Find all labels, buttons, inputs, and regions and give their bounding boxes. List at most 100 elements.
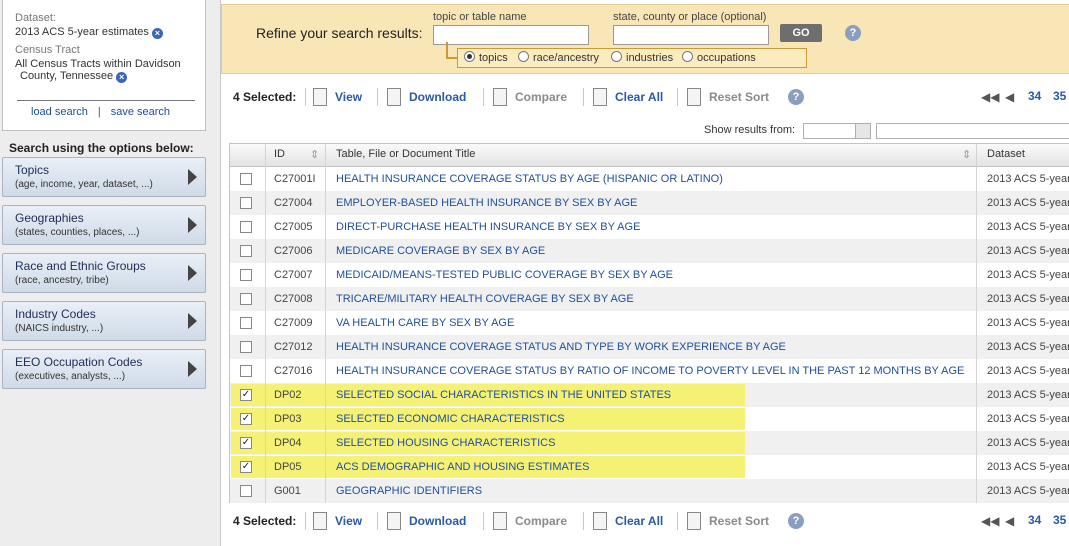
table-row[interactable]: C27006 MEDICARE COVERAGE BY SEX BY AGE 201… (230, 239, 1069, 263)
compare-button[interactable]: Compare (493, 510, 567, 532)
row-checkbox[interactable] (240, 293, 252, 305)
row-title-link[interactable]: EMPLOYER-BASED HEALTH INSURANCE BY SEX B… (336, 197, 637, 209)
option-topics[interactable]: Topics (age, income, year, dataset, ...) (2, 157, 206, 197)
table-row[interactable]: C27004 EMPLOYER-BASED HEALTH INSURANCE BY… (230, 191, 1069, 215)
view-button[interactable]: View (313, 86, 362, 108)
remove-dataset-icon[interactable]: × (151, 28, 163, 39)
clear-all-icon (593, 512, 607, 530)
go-button[interactable]: GO (780, 24, 822, 42)
row-id: G001 (274, 485, 301, 497)
row-id: C27016 (274, 365, 313, 377)
prev-page-icon[interactable]: ◀ (1005, 514, 1014, 528)
place-input[interactable] (613, 25, 769, 45)
table-row[interactable]: C27001I HEALTH INSURANCE COVERAGE STATUS … (230, 167, 1069, 191)
row-title-link[interactable]: MEDICARE COVERAGE BY SEX BY AGE (336, 245, 545, 257)
row-title-link[interactable]: GEOGRAPHIC IDENTIFIERS (336, 485, 482, 497)
reset-sort-button[interactable]: Reset Sort (687, 86, 769, 108)
table-row[interactable]: G001 GEOGRAPHIC IDENTIFIERS 2013 ACS 5-yea… (230, 479, 1069, 503)
download-button[interactable]: Download (387, 510, 466, 532)
toolbar-help[interactable]: ? (788, 86, 804, 108)
table-row[interactable]: C27005 DIRECT-PURCHASE HEALTH INSURANCE B… (230, 215, 1069, 239)
table-row[interactable]: C27009 VA HEALTH CARE BY SEX BY AGE 2013 A… (230, 311, 1069, 335)
header-id[interactable]: ID (274, 148, 285, 160)
option-eeo-occupation[interactable]: EEO Occupation Codes (executives, analys… (2, 349, 206, 389)
table-row[interactable]: ✓ DP02 SELECTED SOCIAL CHARACTERISTICS IN … (230, 383, 1069, 407)
row-checkbox[interactable] (240, 269, 252, 281)
first-page-icon[interactable]: ◀◀ (981, 514, 999, 528)
row-checkbox[interactable]: ✓ (240, 461, 252, 473)
clear-all-label: Clear All (615, 90, 664, 104)
row-checkbox[interactable] (240, 317, 252, 329)
column-divider (325, 144, 326, 503)
row-dataset: 2013 ACS 5-year (987, 389, 1069, 401)
row-checkbox[interactable] (240, 485, 252, 497)
header-dataset[interactable]: Dataset (987, 148, 1025, 160)
load-search-link[interactable]: load search (31, 106, 88, 118)
row-title-link[interactable]: SELECTED ECONOMIC CHARACTERISTICS (336, 413, 565, 425)
toolbar-help[interactable]: ? (788, 510, 804, 532)
sort-icon[interactable]: ⇕ (962, 148, 971, 161)
page-35[interactable]: 35 (1053, 89, 1066, 103)
row-checkbox[interactable] (240, 173, 252, 185)
row-checkbox[interactable] (240, 341, 252, 353)
radio-industries[interactable]: industries (611, 51, 673, 64)
option-industry-codes[interactable]: Industry Codes (NAICS industry, ...) (2, 301, 206, 341)
clear-all-button[interactable]: Clear All (593, 86, 663, 108)
row-title-link[interactable]: TRICARE/MILITARY HEALTH COVERAGE BY SEX … (336, 293, 634, 305)
row-checkbox[interactable] (240, 245, 252, 257)
table-row[interactable]: ✓ DP04 SELECTED HOUSING CHARACTERISTICS 201… (230, 431, 1069, 455)
option-geographies[interactable]: Geographies (states, counties, places, .… (2, 205, 206, 245)
view-button[interactable]: View (313, 510, 362, 532)
row-checkbox[interactable] (240, 221, 252, 233)
row-checkbox[interactable]: ✓ (240, 389, 252, 401)
radio-dot (518, 51, 529, 62)
page-34[interactable]: 34 (1028, 513, 1041, 527)
row-title-link[interactable]: SELECTED HOUSING CHARACTERISTICS (336, 437, 555, 449)
option-title: Topics (15, 163, 50, 177)
row-checkbox[interactable]: ✓ (240, 413, 252, 425)
row-checkbox[interactable] (240, 197, 252, 209)
header-title[interactable]: Table, File or Document Title (336, 148, 475, 160)
row-title-link[interactable]: VA HEALTH CARE BY SEX BY AGE (336, 317, 514, 329)
row-title-link[interactable]: HEALTH INSURANCE COVERAGE STATUS AND TYP… (336, 341, 786, 353)
option-subtitle: (NAICS industry, ...) (15, 323, 104, 334)
reset-sort-button[interactable]: Reset Sort (687, 510, 769, 532)
table-row[interactable]: ✓ DP03 SELECTED ECONOMIC CHARACTERISTICS 20… (230, 407, 1069, 431)
table-row[interactable]: C27007 MEDICAID/MEANS-TESTED PUBLIC COVER… (230, 263, 1069, 287)
row-checkbox[interactable] (240, 365, 252, 377)
row-title-link[interactable]: DIRECT-PURCHASE HEALTH INSURANCE BY SEX … (336, 221, 640, 233)
row-title-link[interactable]: HEALTH INSURANCE COVERAGE STATUS BY AGE … (336, 173, 723, 185)
option-race-ethnic[interactable]: Race and Ethnic Groups (race, ancestry, … (2, 253, 206, 293)
row-title-link[interactable]: HEALTH INSURANCE COVERAGE STATUS BY RATI… (336, 365, 964, 377)
row-dataset: 2013 ACS 5-year (987, 341, 1069, 353)
table-row[interactable]: C27016 HEALTH INSURANCE COVERAGE STATUS B… (230, 359, 1069, 383)
column-divider (976, 144, 977, 503)
show-results-select[interactable] (803, 123, 871, 139)
refine-help[interactable]: ? (845, 25, 861, 41)
row-title-link[interactable]: SELECTED SOCIAL CHARACTERISTICS IN THE U… (336, 389, 671, 401)
page-35[interactable]: 35 (1053, 513, 1066, 527)
radio-race-ancestry[interactable]: race/ancestry (518, 51, 599, 64)
row-title-link[interactable]: MEDICAID/MEANS-TESTED PUBLIC COVERAGE BY… (336, 269, 673, 281)
row-dataset: 2013 ACS 5-year (987, 173, 1069, 185)
selected-count: 4 Selected: (233, 90, 297, 104)
option-subtitle: (states, counties, places, ...) (15, 227, 140, 238)
table-row[interactable]: ✓ DP05 ACS DEMOGRAPHIC AND HOUSING ESTIMAT… (230, 455, 1069, 479)
show-results-input[interactable] (876, 123, 1069, 139)
row-checkbox[interactable]: ✓ (240, 437, 252, 449)
page-34[interactable]: 34 (1028, 89, 1041, 103)
row-title-link[interactable]: ACS DEMOGRAPHIC AND HOUSING ESTIMATES (336, 461, 589, 473)
first-page-icon[interactable]: ◀◀ (981, 90, 999, 104)
download-button[interactable]: Download (387, 86, 466, 108)
prev-page-icon[interactable]: ◀ (1005, 90, 1014, 104)
toolbar-divider (483, 512, 484, 530)
remove-tract-icon[interactable]: × (116, 72, 128, 83)
sort-icon[interactable]: ⇕ (310, 148, 319, 161)
save-search-link[interactable]: save search (111, 106, 170, 118)
radio-occupations[interactable]: occupations (682, 51, 756, 64)
table-row[interactable]: C27012 HEALTH INSURANCE COVERAGE STATUS A… (230, 335, 1069, 359)
compare-button[interactable]: Compare (493, 86, 567, 108)
table-row[interactable]: C27008 TRICARE/MILITARY HEALTH COVERAGE B… (230, 287, 1069, 311)
clear-all-button[interactable]: Clear All (593, 510, 663, 532)
radio-topics[interactable]: topics (464, 51, 508, 64)
